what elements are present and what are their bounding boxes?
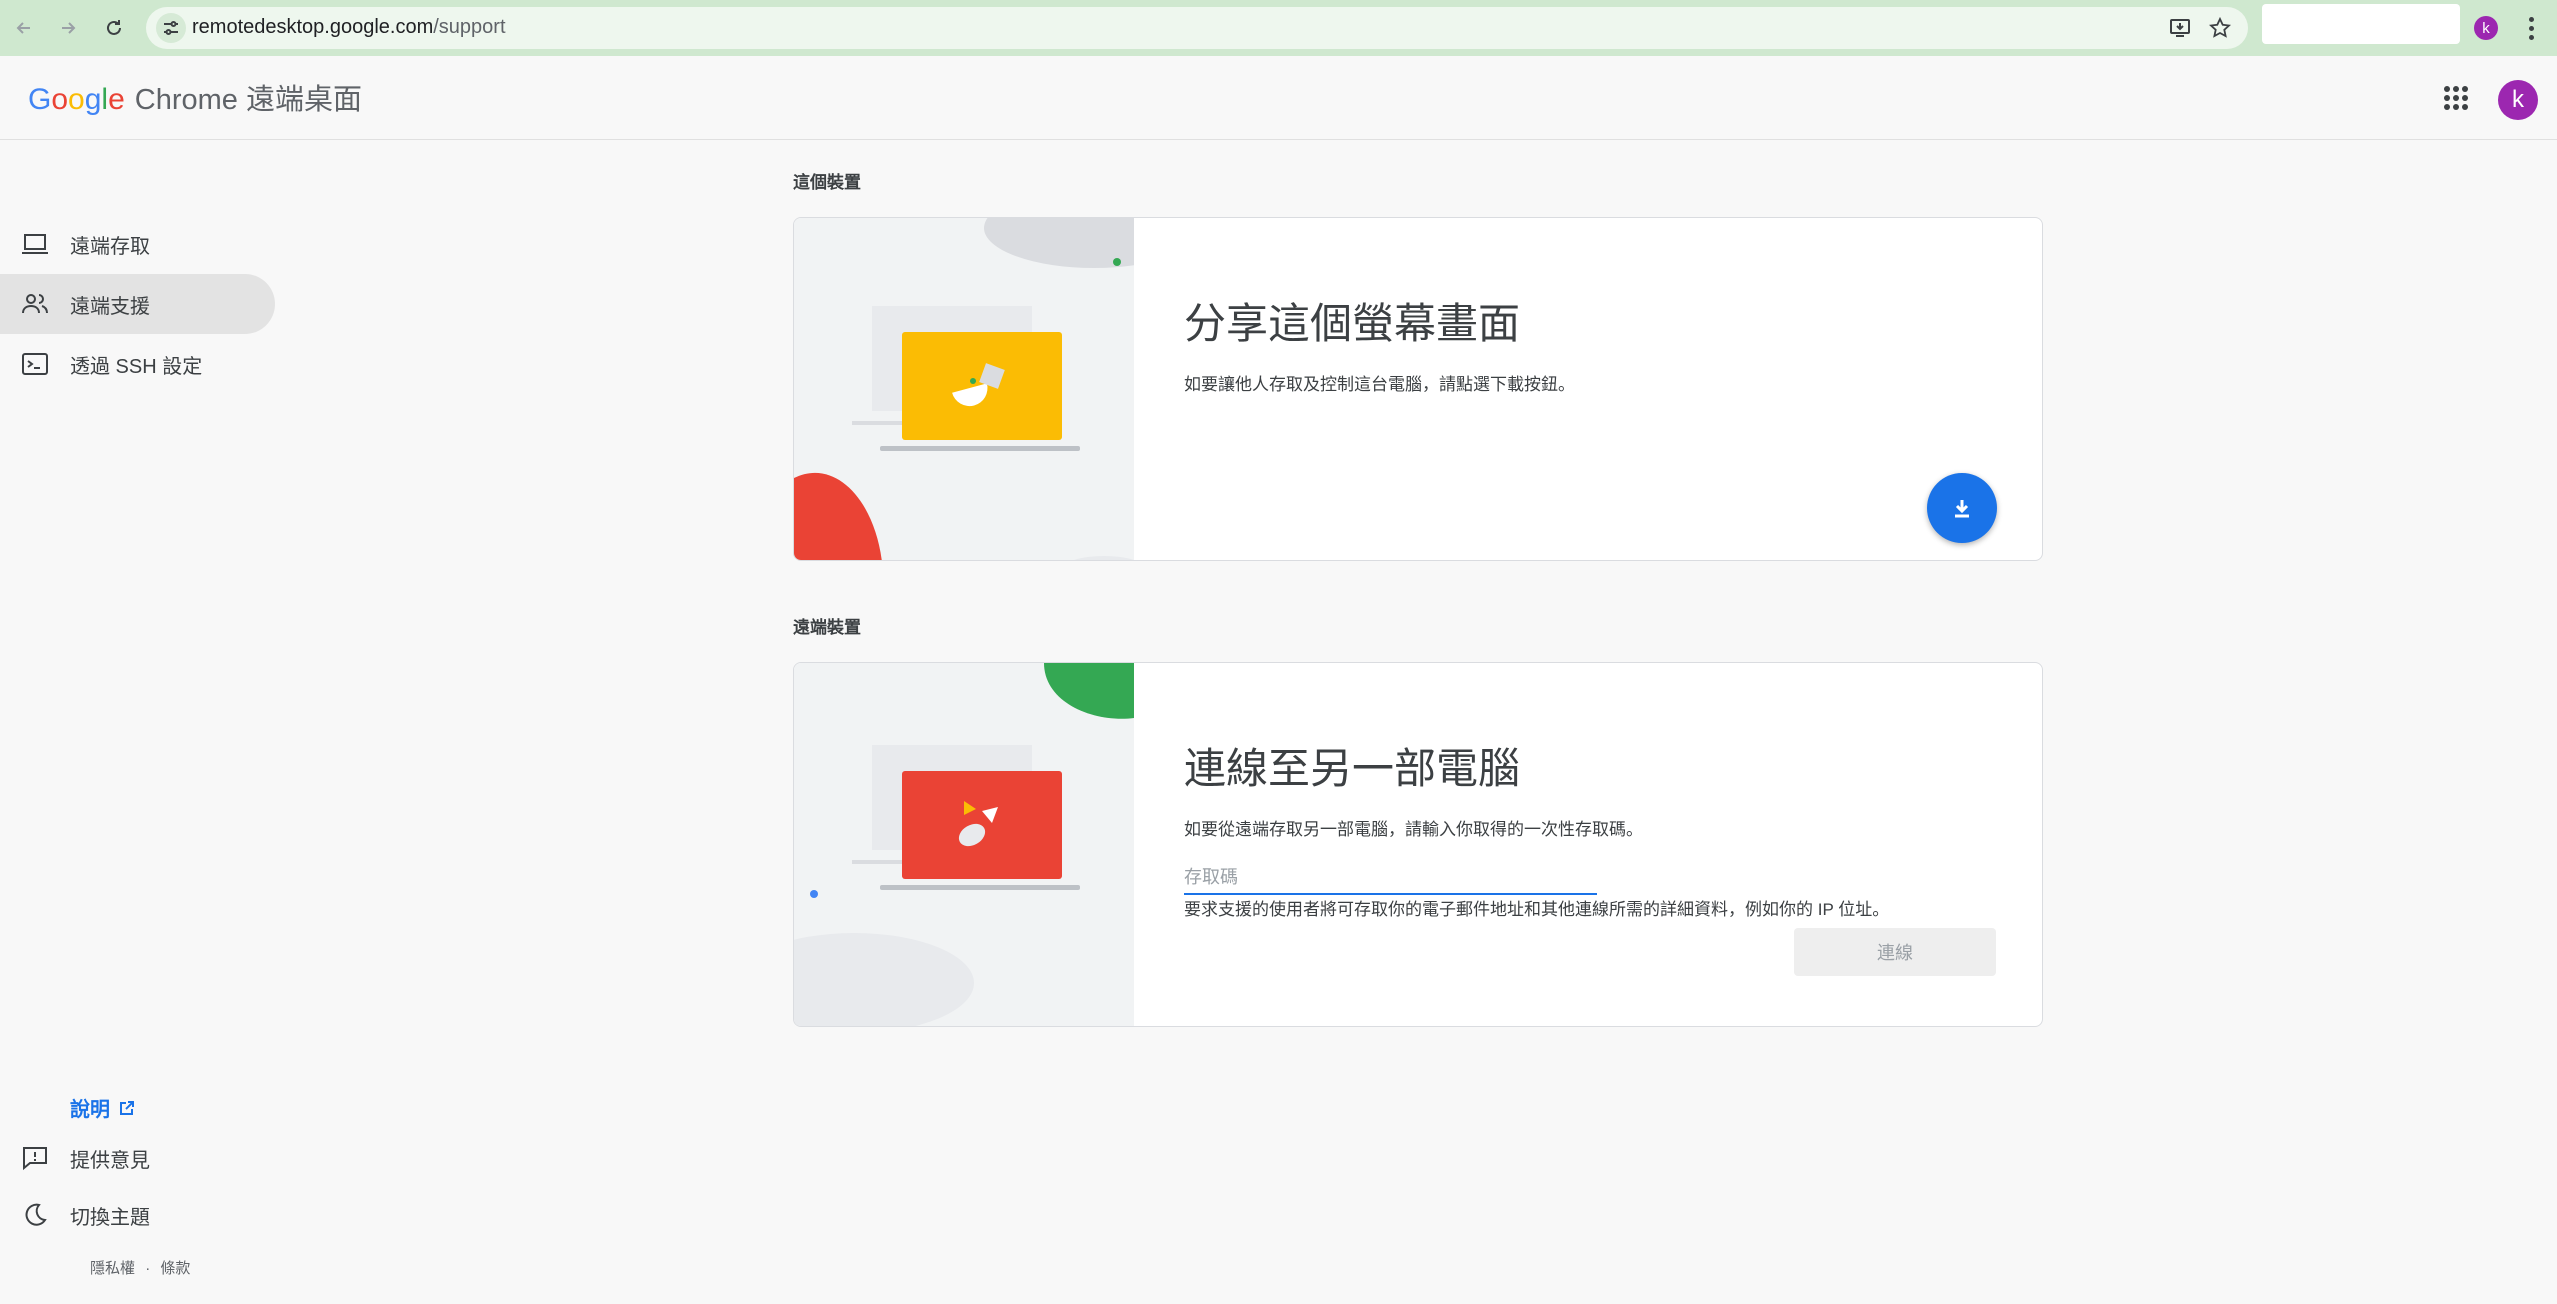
- share-screen-description: 如要讓他人存取及控制這台電腦，請點選下載按鈕。: [1184, 375, 1575, 394]
- connect-remote-notice: 要求支援的使用者將可存取你的電子郵件地址和其他連線所需的詳細資料，例如你的 IP…: [1184, 900, 1890, 919]
- forward-button[interactable]: [52, 12, 84, 44]
- browser-profile-avatar[interactable]: k: [2474, 16, 2498, 40]
- privacy-link[interactable]: 隱私權: [90, 1260, 135, 1277]
- terms-link[interactable]: 條款: [160, 1260, 190, 1277]
- download-icon: [1955, 500, 1969, 518]
- logo-letter: e: [108, 83, 125, 116]
- connect-remote-title: 連線至另一部電腦: [1184, 745, 1521, 792]
- share-screen-title: 分享這個螢幕畫面: [1184, 300, 1521, 347]
- share-screen-card: 分享這個螢幕畫面 如要讓他人存取及控制這台電腦，請點選下載按鈕。: [793, 217, 2043, 561]
- logo-letter: o: [68, 83, 85, 116]
- open-in-new-icon: [120, 1100, 134, 1115]
- logo-letter: l: [101, 83, 109, 116]
- app-logo[interactable]: Google Chrome 遠端桌面: [28, 76, 362, 118]
- bookmark-button[interactable]: [2208, 16, 2232, 40]
- access-code-input[interactable]: [1184, 861, 1597, 895]
- theme-label: 切換主題: [70, 1206, 150, 1229]
- url-text: remotedesktop.google.com/support: [192, 16, 506, 39]
- apps-dot-icon: [2462, 95, 2468, 101]
- menu-dot-icon: [2528, 34, 2534, 40]
- apps-dot-icon: [2444, 86, 2450, 92]
- account-avatar[interactable]: k: [2498, 80, 2538, 120]
- reload-button[interactable]: [98, 12, 130, 44]
- address-bar[interactable]: remotedesktop.google.com/support: [146, 7, 2248, 49]
- apps-dot-icon: [2462, 86, 2468, 92]
- legal-links: 隱私權 · 條款: [90, 1257, 190, 1278]
- terminal-icon: [0, 352, 70, 376]
- feedback-icon: [0, 1145, 70, 1171]
- menu-dot-icon: [2528, 25, 2534, 31]
- legal-separator: ·: [145, 1260, 151, 1277]
- app-header: Google Chrome 遠端桌面 k: [0, 56, 2557, 140]
- sidebar-item-label: 透過 SSH 設定: [70, 355, 203, 378]
- apps-dot-icon: [2444, 104, 2450, 110]
- url-host: remotedesktop.google.com: [192, 16, 434, 38]
- this-device-section-label: 這個裝置: [793, 173, 861, 192]
- connect-button[interactable]: 連線: [1794, 928, 1996, 976]
- people-icon: [0, 292, 70, 316]
- help-link[interactable]: 說明: [70, 1093, 136, 1122]
- sidebar-item-remote-support[interactable]: 遠端支援: [0, 274, 275, 334]
- moon-icon: [0, 1202, 70, 1228]
- logo-letter: o: [51, 83, 69, 116]
- feedback-label: 提供意見: [70, 1149, 150, 1172]
- sidebar-item-ssh-setup[interactable]: 透過 SSH 設定: [0, 334, 275, 394]
- logo-letter: G: [28, 83, 52, 116]
- star-icon: [2209, 17, 2231, 38]
- back-button[interactable]: [8, 12, 40, 44]
- feedback-button[interactable]: 提供意見: [0, 1138, 150, 1178]
- toggle-theme-button[interactable]: 切換主題: [0, 1195, 150, 1235]
- url-path: /support: [433, 16, 506, 38]
- toolbar-search-box[interactable]: [2262, 4, 2460, 44]
- sidebar-item-label: 遠端存取: [70, 235, 150, 258]
- arrow-left-icon: [16, 22, 30, 34]
- sidebar-item-label: 遠端支援: [70, 295, 150, 318]
- logo-letter: g: [84, 83, 102, 116]
- laptop-icon: [0, 232, 70, 256]
- apps-dot-icon: [2453, 95, 2459, 101]
- install-app-icon: [2170, 19, 2190, 37]
- install-app-button[interactable]: [2168, 16, 2192, 40]
- connect-remote-description: 如要從遠端存取另一部電腦，請輸入你取得的一次性存取碼。: [1184, 820, 1643, 839]
- connect-remote-card: 連線至另一部電腦 如要從遠端存取另一部電腦，請輸入你取得的一次性存取碼。 要求支…: [793, 662, 2043, 1027]
- connect-remote-illustration: [794, 663, 1134, 1026]
- share-screen-illustration: [794, 218, 1134, 560]
- browser-toolbar: remotedesktop.google.com/support k: [0, 0, 2557, 56]
- app-title: Chrome 遠端桌面: [134, 84, 362, 116]
- sidebar-item-remote-access[interactable]: 遠端存取: [0, 214, 275, 274]
- tune-icon: [164, 21, 178, 35]
- download-button[interactable]: [1927, 473, 1997, 543]
- menu-dot-icon: [2528, 16, 2534, 22]
- arrow-right-icon: [62, 22, 76, 34]
- site-info-button[interactable]: [156, 13, 186, 43]
- help-label: 說明: [70, 1099, 110, 1121]
- reload-icon: [107, 20, 121, 35]
- google-apps-button[interactable]: [2444, 86, 2468, 110]
- apps-dot-icon: [2453, 104, 2459, 110]
- apps-dot-icon: [2453, 86, 2459, 92]
- apps-dot-icon: [2462, 104, 2468, 110]
- apps-dot-icon: [2444, 95, 2450, 101]
- browser-menu-button[interactable]: [2520, 12, 2542, 44]
- remote-device-section-label: 遠端裝置: [793, 618, 861, 637]
